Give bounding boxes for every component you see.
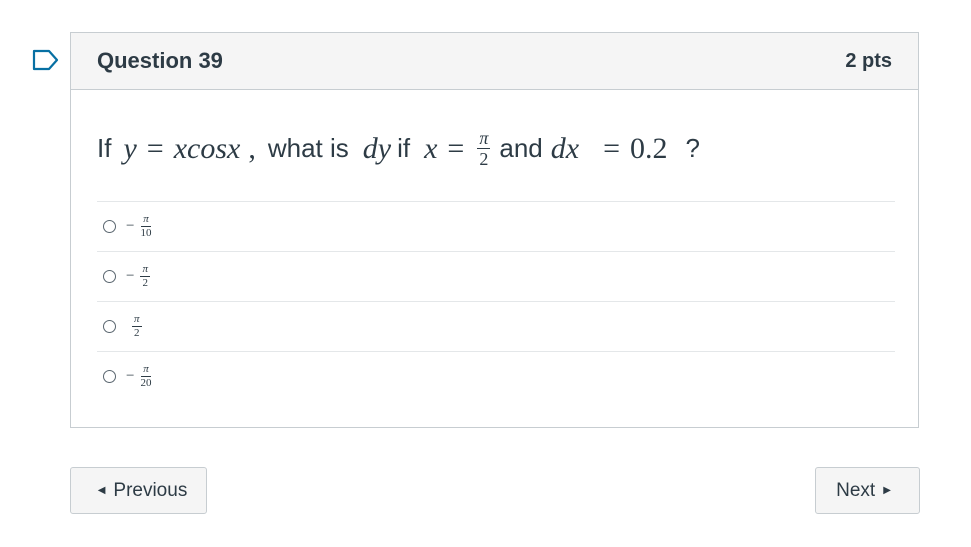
frac-denominator: 2: [479, 149, 489, 169]
answer-label: π 2: [126, 314, 145, 339]
answer-fraction: π 2: [140, 264, 150, 289]
text-and: and: [499, 133, 543, 163]
text-question-mark: ?: [685, 133, 700, 163]
radio-button[interactable]: [103, 220, 116, 233]
frac-numerator: π: [141, 213, 151, 227]
math-xcosx: xcosx: [173, 131, 241, 165]
math-dy: dy: [362, 131, 392, 165]
math-comma: ,: [248, 131, 256, 165]
previous-label: Previous: [113, 479, 188, 501]
next-button[interactable]: Next ▶: [815, 467, 920, 514]
triangle-right-icon: ▶: [883, 485, 891, 496]
answer-label: − π 10: [126, 214, 154, 239]
previous-button[interactable]: ◀ Previous: [70, 467, 207, 514]
minus-sign: −: [126, 268, 135, 284]
flag-question-icon[interactable]: [32, 48, 60, 72]
math-y: y: [123, 131, 137, 165]
text-if-2: if: [397, 133, 411, 163]
frac-denominator: 10: [140, 227, 152, 239]
frac-denominator: 20: [140, 377, 152, 389]
math-dx-value: 0.2: [630, 131, 668, 165]
question-text: If y = xcosx , what is dy if x = π 2 and…: [97, 129, 700, 168]
math-dx: dx: [550, 131, 580, 165]
next-label: Next: [836, 479, 876, 501]
math-pi-over-2: π 2: [477, 128, 491, 169]
frac-denominator: 2: [134, 327, 140, 339]
math-equals-2: =: [447, 131, 465, 165]
question-card: Question 39 2 pts If y = xcosx , what is…: [70, 32, 919, 428]
radio-button[interactable]: [103, 370, 116, 383]
radio-button[interactable]: [103, 320, 116, 333]
answer-option-2[interactable]: − π 2: [97, 251, 895, 301]
answer-label: − π 2: [126, 264, 153, 289]
question-points: 2 pts: [845, 49, 892, 72]
math-equals-3: =: [603, 131, 620, 165]
answer-fraction: π 2: [132, 314, 142, 339]
answer-fraction: π 10: [140, 214, 151, 239]
answer-option-3[interactable]: π 2: [97, 301, 895, 351]
math-equals: =: [146, 131, 164, 165]
triangle-left-icon: ◀: [97, 485, 106, 496]
frac-numerator: π: [141, 363, 151, 377]
question-header: Question 39 2 pts: [71, 33, 918, 90]
text-if: If: [97, 133, 112, 163]
radio-button[interactable]: [103, 270, 116, 283]
answer-list: − π 10 − π 2 π 2 − π 20: [97, 201, 895, 401]
frac-numerator: π: [140, 263, 150, 277]
frac-denominator: 2: [142, 277, 148, 289]
minus-sign: −: [126, 368, 135, 384]
frac-numerator: π: [477, 128, 491, 149]
answer-option-1[interactable]: − π 10: [97, 201, 895, 251]
minus-sign: −: [126, 218, 135, 234]
question-title: Question 39: [97, 48, 223, 73]
text-what-is: what is: [267, 133, 349, 163]
answer-option-4[interactable]: − π 20: [97, 351, 895, 401]
math-x: x: [424, 131, 438, 165]
answer-label: − π 20: [126, 364, 154, 389]
answer-fraction: π 20: [140, 364, 151, 389]
frac-numerator: π: [132, 313, 142, 327]
